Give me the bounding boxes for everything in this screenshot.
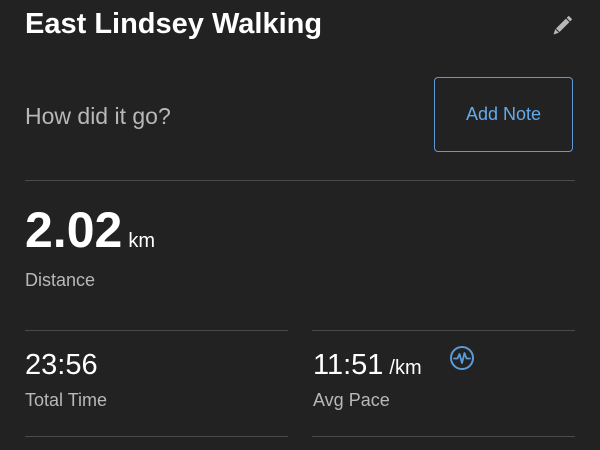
edit-title-button[interactable] (548, 12, 576, 40)
divider-right-middle (312, 330, 575, 331)
distance-stat: 2.02 km (25, 200, 155, 260)
divider-right-bottom (312, 436, 575, 437)
divider-top (25, 180, 575, 181)
divider-left-bottom (25, 436, 288, 437)
distance-label: Distance (25, 270, 96, 290)
activity-title: East Lindsey Walking (25, 8, 323, 40)
pencil-icon (553, 16, 572, 35)
activity-pulse-icon (450, 346, 474, 370)
total-time-value: 23:56 (25, 349, 98, 381)
note-prompt: How did it go? (25, 103, 171, 129)
avg-pace-info-button[interactable] (449, 345, 475, 371)
distance-unit: km (128, 230, 155, 252)
total-time-stat: 23:56 (25, 347, 98, 383)
total-time-label: Total Time (25, 390, 108, 410)
distance-value: 2.02 (25, 202, 123, 258)
add-note-button[interactable]: Add Note (434, 77, 573, 152)
divider-left-middle (25, 330, 288, 331)
avg-pace-unit: /km (389, 357, 422, 379)
avg-pace-stat: 11:51/km (313, 347, 422, 386)
avg-pace-value: 11:51 (313, 349, 384, 381)
avg-pace-label: Avg Pace (313, 390, 390, 410)
